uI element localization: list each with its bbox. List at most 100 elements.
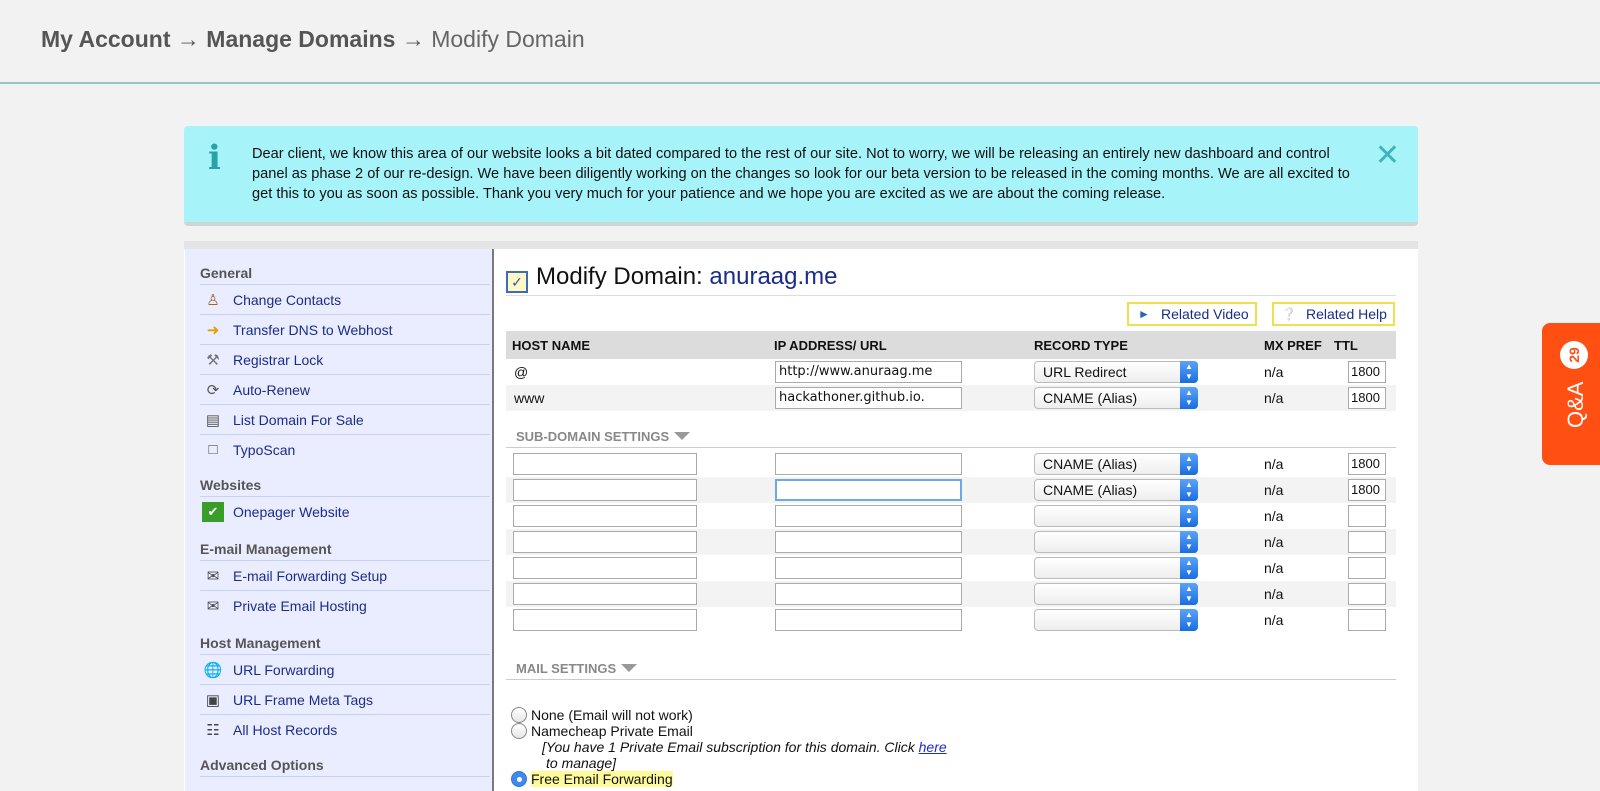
breadcrumb-manage-domains[interactable]: Manage Domains <box>206 26 395 52</box>
subdomain-host-input[interactable] <box>513 557 697 579</box>
mail-option-none[interactable]: None (Email will not work) <box>511 707 693 723</box>
mail-option-private-email[interactable]: Namecheap Private Email <box>511 723 693 739</box>
mx-pref: n/a <box>1264 482 1284 498</box>
radio-button-selected[interactable] <box>511 771 527 787</box>
subdomain-ttl-input[interactable] <box>1348 505 1386 527</box>
subdomain-value-input[interactable] <box>775 531 962 553</box>
related-video-button[interactable]: ► Related Video <box>1127 302 1257 326</box>
sidebar-item-private-email-hosting[interactable]: ✉ Private Email Hosting <box>200 590 490 620</box>
lock-icon: ⚒ <box>206 351 220 369</box>
chevron-updown-icon: ▲ ▼ <box>1180 557 1198 579</box>
radio-button[interactable] <box>511 707 527 723</box>
top-bar: My Account → Manage Domains → Modify Dom… <box>0 0 1600 84</box>
record-type-value: CNAME (Alias) <box>1043 482 1138 498</box>
qa-widget[interactable]: 29 Q&A <box>1542 323 1600 465</box>
sidebar-item-label: Transfer DNS to Webhost <box>233 321 393 338</box>
renew-icon: ⟳ <box>206 381 220 399</box>
related-help-button[interactable]: ❔ Related Help <box>1272 302 1395 326</box>
help-icon: ❔ <box>1281 307 1297 321</box>
radio-button[interactable] <box>511 723 527 739</box>
subdomain-host-input[interactable] <box>513 479 697 501</box>
sidebar-item-list-domain-for-sale[interactable]: ▤ List Domain For Sale <box>200 404 490 434</box>
mx-pref: n/a <box>1264 534 1284 550</box>
subdomain-ttl-input[interactable] <box>1348 609 1386 631</box>
subdomain-value-input[interactable] <box>775 505 962 527</box>
subdomain-value-input[interactable] <box>775 453 962 475</box>
subdomain-row: CNAME (Alias) ▲ ▼ n/a 1800 <box>506 477 1396 503</box>
record-type-select[interactable]: URL Redirect ▲ ▼ <box>1034 361 1198 383</box>
subdomain-type-select[interactable]: ▲ ▼ <box>1034 531 1198 553</box>
subdomain-ttl-input[interactable]: 1800 <box>1348 453 1386 475</box>
subdomain-value-input[interactable] <box>775 609 962 631</box>
subdomain-row: ▲ ▼ n/a <box>506 529 1396 555</box>
subdomain-settings-title: SUB-DOMAIN SETTINGS <box>516 429 670 444</box>
mail-option-label: None (Email will not work) <box>531 707 693 723</box>
chevron-updown-icon: ▲ ▼ <box>1180 479 1198 501</box>
ttl-input[interactable]: 1800 <box>1348 361 1386 383</box>
sidebar-item-onepager-website[interactable]: ✔ Onepager Website <box>200 496 490 526</box>
subdomain-type-select[interactable]: CNAME (Alias) ▲ ▼ <box>1034 453 1198 475</box>
breadcrumb-current: Modify Domain <box>431 26 585 52</box>
list-icon: ▤ <box>205 411 221 429</box>
sidebar-item-url-frame-meta-tags[interactable]: ▣ URL Frame Meta Tags <box>200 684 490 714</box>
subdomain-value-input[interactable] <box>775 583 962 605</box>
subdomain-ttl-input[interactable] <box>1348 557 1386 579</box>
info-icon: i <box>208 138 221 178</box>
ttl-input[interactable]: 1800 <box>1348 387 1386 409</box>
chevron-updown-icon: ▲ ▼ <box>1180 583 1198 605</box>
sidebar-item-registrar-lock[interactable]: ⚒ Registrar Lock <box>200 344 490 374</box>
sidebar-item-all-host-records[interactable]: ☷ All Host Records <box>200 714 490 744</box>
subdomain-host-input[interactable] <box>513 453 697 475</box>
subdomain-settings-toggle[interactable]: SUB-DOMAIN SETTINGS <box>516 429 691 444</box>
subdomain-type-select[interactable]: ▲ ▼ <box>1034 609 1198 631</box>
subdomain-host-input[interactable] <box>513 505 697 527</box>
subdomain-type-select[interactable]: ▲ ▼ <box>1034 557 1198 579</box>
subdomain-ttl-input[interactable]: 1800 <box>1348 479 1386 501</box>
main-content: ✓ Modify Domain: anuraag.me ► Related Vid… <box>506 249 1406 791</box>
subdomain-type-select[interactable]: CNAME (Alias) ▲ ▼ <box>1034 479 1198 501</box>
subdomain-ttl-input[interactable] <box>1348 583 1386 605</box>
breadcrumb-my-account[interactable]: My Account <box>41 26 171 52</box>
ip-address-input[interactable]: hackathoner.github.io. <box>775 387 962 409</box>
sidebar-item-email-forwarding-setup[interactable]: ✉ E-mail Forwarding Setup <box>200 560 490 590</box>
subdomain-value-input[interactable] <box>775 479 962 501</box>
sidebar-item-partial <box>200 776 490 791</box>
breadcrumb: My Account → Manage Domains → Modify Dom… <box>41 26 585 53</box>
subdomain-value-input[interactable] <box>775 557 962 579</box>
email-forward-icon: ✉ <box>206 567 220 585</box>
subdomain-row: ▲ ▼ n/a <box>506 607 1396 633</box>
info-notice: i Dear client, we know this area of our … <box>184 126 1418 226</box>
subdomain-ttl-input[interactable] <box>1348 531 1386 553</box>
sidebar-item-label: Private Email Hosting <box>233 597 367 614</box>
subdomain-host-input[interactable] <box>513 609 697 631</box>
chevron-updown-icon: ▲ ▼ <box>1180 453 1198 475</box>
chevron-updown-icon: ▲ ▼ <box>1180 505 1198 527</box>
sidebar-item-label: All Host Records <box>233 721 338 738</box>
mx-pref: n/a <box>1264 508 1284 524</box>
sidebar-item-transfer-dns[interactable]: ➜ Transfer DNS to Webhost <box>200 314 490 344</box>
subdomain-type-select[interactable]: ▲ ▼ <box>1034 583 1198 605</box>
mail-settings-toggle[interactable]: MAIL SETTINGS <box>516 661 638 676</box>
mx-pref: n/a <box>1264 456 1284 472</box>
related-video-label: Related Video <box>1161 306 1249 322</box>
sidebar-section-advanced-options: Advanced Options <box>200 757 324 773</box>
mail-option-free-forwarding[interactable]: Free Email Forwarding <box>511 771 673 787</box>
subdomain-host-input[interactable] <box>513 531 697 553</box>
subdomain-type-select[interactable]: ▲ ▼ <box>1034 505 1198 527</box>
record-type-select[interactable]: CNAME (Alias) ▲ ▼ <box>1034 387 1198 409</box>
column-ttl: TTL <box>1334 338 1358 353</box>
table-row: @ http://www.anuraag.me URL Redirect ▲ ▼ n… <box>506 359 1396 385</box>
manage-here-link[interactable]: here <box>919 739 947 755</box>
close-icon[interactable]: ✕ <box>1375 138 1400 173</box>
sidebar-item-typoscan[interactable]: □ TypoScan <box>200 434 490 464</box>
sidebar-item-change-contacts[interactable]: ♙ Change Contacts <box>200 284 490 314</box>
sidebar-item-auto-renew[interactable]: ⟳ Auto-Renew <box>200 374 490 404</box>
ip-address-input[interactable]: http://www.anuraag.me <box>775 361 962 383</box>
private-email-note-text: [You have 1 Private Email subscription f… <box>542 739 915 755</box>
sidebar-item-label: Auto-Renew <box>233 381 311 398</box>
sidebar-item-url-forwarding[interactable]: 🌐 URL Forwarding <box>200 654 490 684</box>
triangle-down-icon <box>674 432 691 440</box>
page-title-text: Modify Domain: <box>536 263 703 290</box>
mx-pref: n/a <box>1264 364 1284 380</box>
subdomain-host-input[interactable] <box>513 583 697 605</box>
